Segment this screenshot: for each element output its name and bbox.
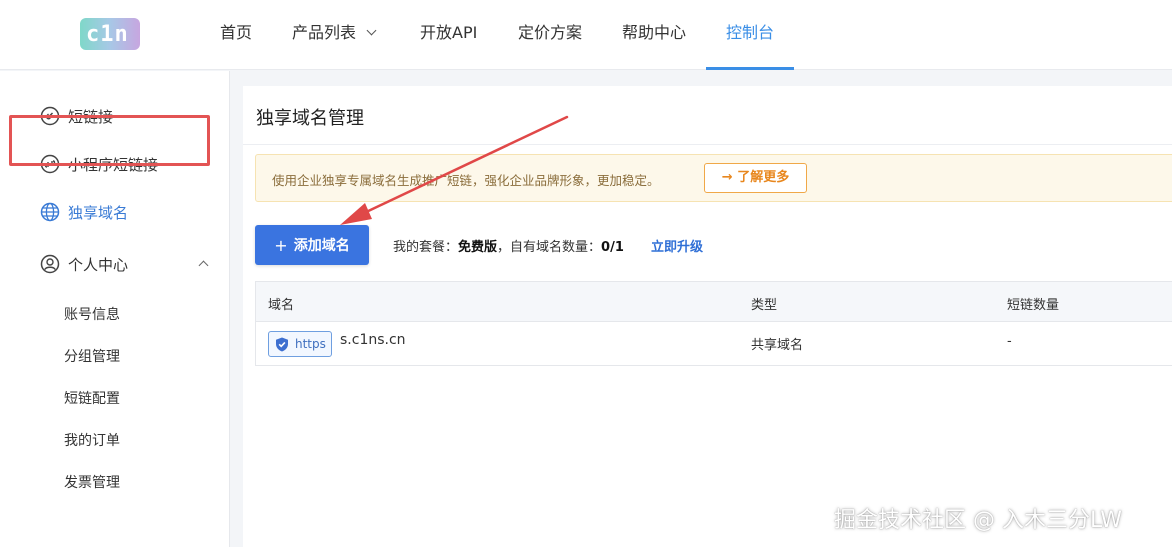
sidebar-subitem-my-orders[interactable]: 我的订单 bbox=[64, 430, 120, 450]
domain-table: 域名 类型 短链数量 https s.c1ns.cn 共享域名 - bbox=[255, 281, 1172, 366]
domain-name: s.c1ns.cn bbox=[340, 332, 406, 348]
plan-name: 免费版 bbox=[458, 240, 498, 255]
notice-banner: 使用企业独享专属域名生成推广短链，强化企业品牌形象，更加稳定。 → 了解更多 bbox=[255, 154, 1172, 202]
nav-home[interactable]: 首页 bbox=[220, 0, 252, 70]
nav-help-center[interactable]: 帮助中心 bbox=[622, 0, 686, 70]
nav-products[interactable]: 产品列表 bbox=[292, 0, 377, 70]
column-header-type: 类型 bbox=[751, 298, 778, 313]
sidebar-subitem-group-management[interactable]: 分组管理 bbox=[64, 346, 120, 366]
link-count: - bbox=[1007, 334, 1012, 349]
upgrade-link[interactable]: 立即升级 bbox=[651, 236, 703, 255]
top-navbar: c1n 首页 产品列表 开放API 定价方案 帮助中心 控制台 bbox=[0, 0, 1172, 70]
https-badge: https bbox=[268, 331, 332, 357]
add-domain-button[interactable]: + 添加域名 bbox=[255, 225, 369, 265]
chevron-up-icon[interactable] bbox=[198, 260, 209, 271]
main-panel: 独享域名管理 使用企业独享专属域名生成推广短链，强化企业品牌形象，更加稳定。 →… bbox=[243, 86, 1172, 547]
sidebar-subitem-account-info[interactable]: 账号信息 bbox=[64, 304, 120, 324]
column-header-domain: 域名 bbox=[268, 298, 295, 313]
domain-type: 共享域名 bbox=[751, 338, 804, 353]
shield-check-icon bbox=[276, 337, 288, 351]
nav-active-indicator bbox=[706, 67, 794, 70]
sidebar-item-label: 独享域名 bbox=[68, 203, 129, 222]
plus-icon: + bbox=[274, 235, 288, 255]
sidebar-item-label: 个人中心 bbox=[68, 255, 129, 274]
sidebar-item-personal-center[interactable]: 个人中心 bbox=[0, 242, 230, 286]
learn-more-button[interactable]: → 了解更多 bbox=[704, 163, 807, 193]
logo-text: c1n bbox=[86, 22, 129, 47]
nav-console[interactable]: 控制台 bbox=[726, 0, 774, 70]
page-title: 独享域名管理 bbox=[256, 108, 364, 129]
plan-info: 我的套餐：免费版，自有域名数量：0/1 bbox=[393, 240, 624, 255]
globe-icon bbox=[40, 202, 60, 222]
notice-text: 使用企业独享专属域名生成推广短链，强化企业品牌形象，更加稳定。 bbox=[272, 173, 660, 188]
nav-pricing[interactable]: 定价方案 bbox=[518, 0, 582, 70]
watermark: 掘金技术社区 @ 入木三分LW bbox=[834, 508, 1122, 533]
logo[interactable]: c1n bbox=[80, 18, 140, 50]
nav-open-api[interactable]: 开放API bbox=[420, 0, 477, 70]
sidebar-item-dedicated-domain[interactable]: 独享域名 bbox=[0, 190, 230, 234]
protocol-label: https bbox=[295, 337, 326, 351]
sidebar-subitem-invoice-management[interactable]: 发票管理 bbox=[64, 472, 120, 492]
highlight-box bbox=[9, 115, 210, 166]
column-header-link-count: 短链数量 bbox=[1007, 298, 1060, 313]
table-header: 域名 类型 短链数量 bbox=[256, 282, 1172, 322]
domain-count: 0/1 bbox=[601, 240, 624, 255]
divider bbox=[243, 144, 1172, 145]
user-icon bbox=[40, 254, 60, 274]
chevron-down-icon bbox=[366, 25, 377, 36]
sidebar-subitem-link-config[interactable]: 短链配置 bbox=[64, 388, 120, 408]
